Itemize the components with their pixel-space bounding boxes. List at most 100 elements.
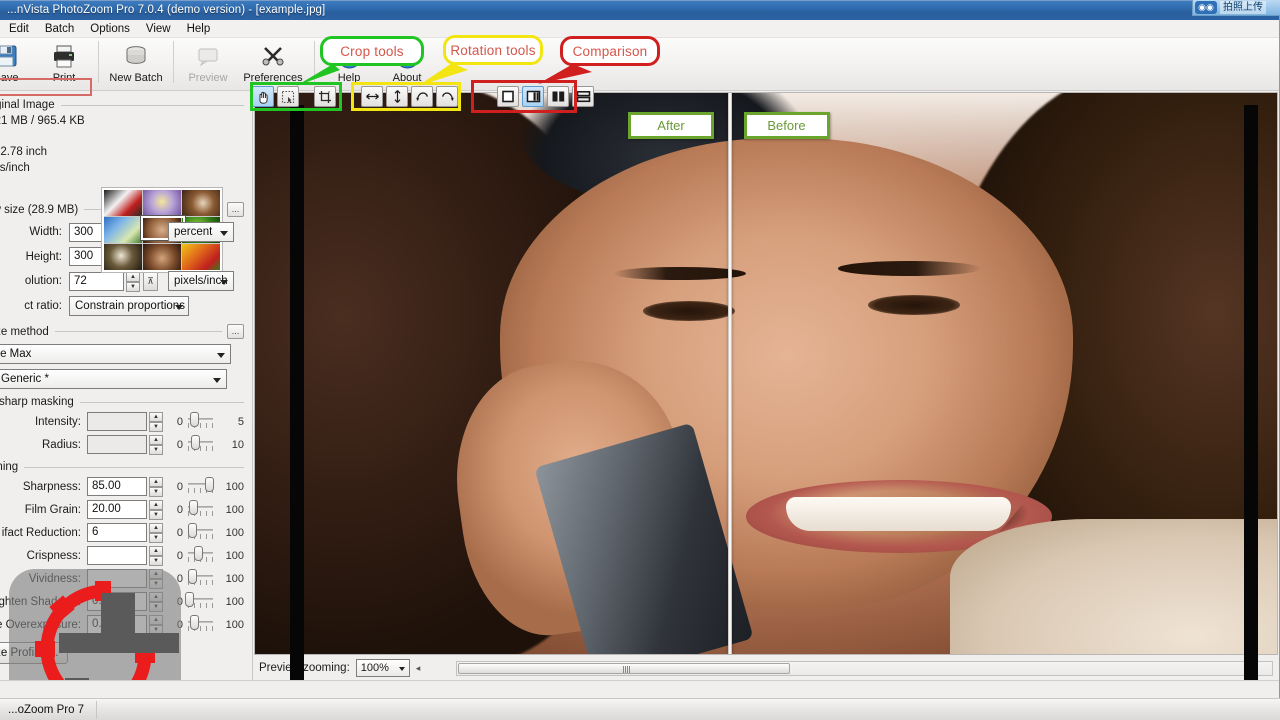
toolbar-button-preferences[interactable]: Preferences bbox=[237, 38, 309, 88]
select-resolution-unit[interactable]: pixels/inch bbox=[168, 271, 234, 291]
split-divider[interactable] bbox=[728, 93, 733, 654]
field-row-presets: ts: Generic * bbox=[0, 369, 244, 389]
menu-item-view[interactable]: View bbox=[138, 21, 179, 37]
single-view-button[interactable] bbox=[497, 86, 519, 107]
image-canvas[interactable]: After Before bbox=[254, 92, 1278, 655]
callout-crop-tools-text: Crop tools bbox=[340, 43, 404, 59]
crop-tool-button[interactable] bbox=[314, 86, 336, 107]
annotation-original-image-highlight bbox=[0, 78, 92, 96]
max-crispness: 100 bbox=[225, 549, 244, 562]
slider-row-lighten-shadows: ghten Shadows: 0.00 ▲ ▼ 0 100 bbox=[0, 592, 244, 612]
max-reduce-overexposure: 100 bbox=[225, 618, 244, 631]
label-width: Width: bbox=[29, 226, 62, 238]
slider-sharpness[interactable] bbox=[188, 477, 215, 496]
input-intensity[interactable] bbox=[87, 412, 147, 431]
select-resize-method[interactable]: ...line Max bbox=[0, 344, 231, 364]
new-size-options-button[interactable]: ... bbox=[227, 202, 244, 217]
lock-resolution-button[interactable]: ⊼ bbox=[143, 271, 158, 291]
select-width-unit[interactable]: percent bbox=[168, 222, 234, 242]
scroll-left-arrow[interactable]: ◂ bbox=[416, 663, 421, 674]
menu-item-help[interactable]: Help bbox=[179, 21, 219, 37]
input-film-grain[interactable]: 20.00 bbox=[87, 500, 147, 519]
window-title: ...nVista PhotoZoom Pro 7.0.4 (demo vers… bbox=[0, 1, 1279, 20]
spinner-sharpness[interactable]: ▲ ▼ bbox=[149, 477, 163, 497]
group-title-fine-tuning: -tuning bbox=[0, 461, 19, 473]
spinner-lighten-shadows[interactable]: ▲ ▼ bbox=[149, 592, 163, 612]
crop-tools-group bbox=[252, 86, 336, 107]
marquee-icon bbox=[281, 90, 295, 103]
max-radius: 10 bbox=[231, 438, 244, 451]
horizontal-scrollbar[interactable] bbox=[456, 660, 1273, 676]
spinner-artifact-reduction[interactable]: ▲ ▼ bbox=[149, 523, 163, 543]
menu-item-options[interactable]: Options bbox=[82, 21, 138, 37]
menu-item-edit[interactable]: Edit bbox=[1, 21, 37, 37]
spinner-vividness[interactable]: ▲ ▼ bbox=[149, 569, 163, 589]
flip-vertical-tool-button[interactable] bbox=[386, 86, 408, 107]
capture-upload-widget[interactable]: ◉◉ 拍照上传 bbox=[1192, 0, 1280, 16]
spinner-resolution[interactable]: ▲ ▼ bbox=[126, 271, 140, 292]
input-radius[interactable] bbox=[87, 435, 147, 454]
spinner-crispness[interactable]: ▲ ▼ bbox=[149, 546, 163, 566]
pan-hand-tool-button[interactable] bbox=[252, 86, 274, 107]
menu-item-batch[interactable]: Batch bbox=[37, 21, 82, 37]
toolbar-label-help: Help bbox=[337, 72, 361, 84]
label-sharpness: Sharpness: bbox=[22, 480, 81, 493]
window-body: ...iginal Image 3.21 MB / 965.4 KB 8 x 1… bbox=[0, 91, 1279, 680]
select-aspect-ratio[interactable]: Constrain proportions bbox=[69, 296, 189, 316]
min-crispness: 0 bbox=[176, 549, 183, 562]
max-sharpness: 100 bbox=[225, 480, 244, 493]
slider-lighten-shadows[interactable] bbox=[184, 592, 213, 611]
slider-crispness[interactable] bbox=[188, 546, 213, 565]
status-bar bbox=[0, 680, 1279, 699]
flip-horizontal-tool-button[interactable] bbox=[361, 86, 383, 107]
toolbar-button-new-batch[interactable]: New Batch bbox=[104, 38, 168, 88]
toolbar-button-preview: Preview bbox=[179, 38, 237, 88]
slider-vividness[interactable] bbox=[187, 569, 213, 588]
spinner-radius[interactable]: ▲ ▼ bbox=[149, 435, 163, 455]
group-title-original-image: ...iginal Image bbox=[0, 99, 55, 111]
marquee-select-tool-button[interactable] bbox=[277, 86, 299, 107]
slider-reduce-overexposure[interactable] bbox=[188, 615, 213, 634]
slider-radius[interactable] bbox=[188, 435, 213, 454]
preview-zoom-select[interactable]: 100% bbox=[355, 659, 410, 677]
database-stack-icon bbox=[123, 42, 149, 70]
label-film-grain: Film Grain: bbox=[24, 503, 81, 516]
input-sharpness[interactable]: 85.00 bbox=[87, 477, 147, 496]
input-crispness[interactable] bbox=[87, 546, 147, 565]
resize-method-options-button[interactable]: ... bbox=[227, 324, 244, 339]
input-resolution[interactable]: 72 bbox=[69, 271, 124, 291]
label-resolution: olution: bbox=[24, 275, 62, 287]
spinner-film-grain[interactable]: ▲ ▼ bbox=[149, 500, 163, 520]
callout-crop-tools: Crop tools bbox=[320, 36, 424, 66]
before-label-text: Before bbox=[767, 117, 806, 133]
slider-artifact-reduction[interactable] bbox=[187, 523, 213, 542]
slider-row-intensity: Intensity: ▲ ▼ 0 5 bbox=[0, 412, 244, 432]
arrow-up-down-icon bbox=[394, 90, 400, 103]
rotate-right-tool-button[interactable] bbox=[436, 86, 458, 107]
input-vividness[interactable] bbox=[87, 569, 147, 588]
input-lighten-shadows[interactable]: 0.00 bbox=[87, 592, 147, 611]
toolbar-separator-1 bbox=[98, 41, 99, 83]
max-artifact-reduction: 100 bbox=[225, 526, 244, 539]
input-reduce-overexposure[interactable]: 0.0 bbox=[87, 615, 147, 634]
toolbar-label-new-batch: New Batch bbox=[109, 72, 163, 84]
spinner-reduce-overexposure[interactable]: ▲ ▼ bbox=[149, 615, 163, 635]
callout-rotation-tools: Rotation tools bbox=[443, 35, 543, 65]
crop-icon bbox=[319, 90, 331, 103]
stacked-view-button[interactable] bbox=[572, 86, 594, 107]
slider-row-sharpness: Sharpness: 85.00 ▲ ▼ 0 100 bbox=[0, 477, 244, 497]
spinner-intensity[interactable]: ▲ ▼ bbox=[149, 412, 163, 432]
watermark-bar-2 bbox=[59, 633, 179, 653]
min-film-grain: 0 bbox=[176, 503, 183, 516]
taskbar-item-photozoom[interactable]: ...oZoom Pro 7 bbox=[0, 700, 92, 720]
side-by-side-view-button[interactable] bbox=[547, 86, 569, 107]
select-presets[interactable]: Generic * bbox=[0, 369, 227, 389]
split-view-button[interactable] bbox=[522, 86, 544, 107]
slider-film-grain[interactable] bbox=[188, 500, 213, 519]
customize-profiles-button[interactable]: ...ize Profiles... bbox=[0, 642, 69, 664]
input-artifact-reduction[interactable]: 6 bbox=[87, 523, 147, 542]
preview-zoom-label: Preview zooming: bbox=[259, 662, 350, 674]
info-bit-depth: 8 bbox=[0, 130, 244, 146]
slider-intensity[interactable] bbox=[188, 412, 213, 431]
rotate-left-tool-button[interactable] bbox=[411, 86, 433, 107]
